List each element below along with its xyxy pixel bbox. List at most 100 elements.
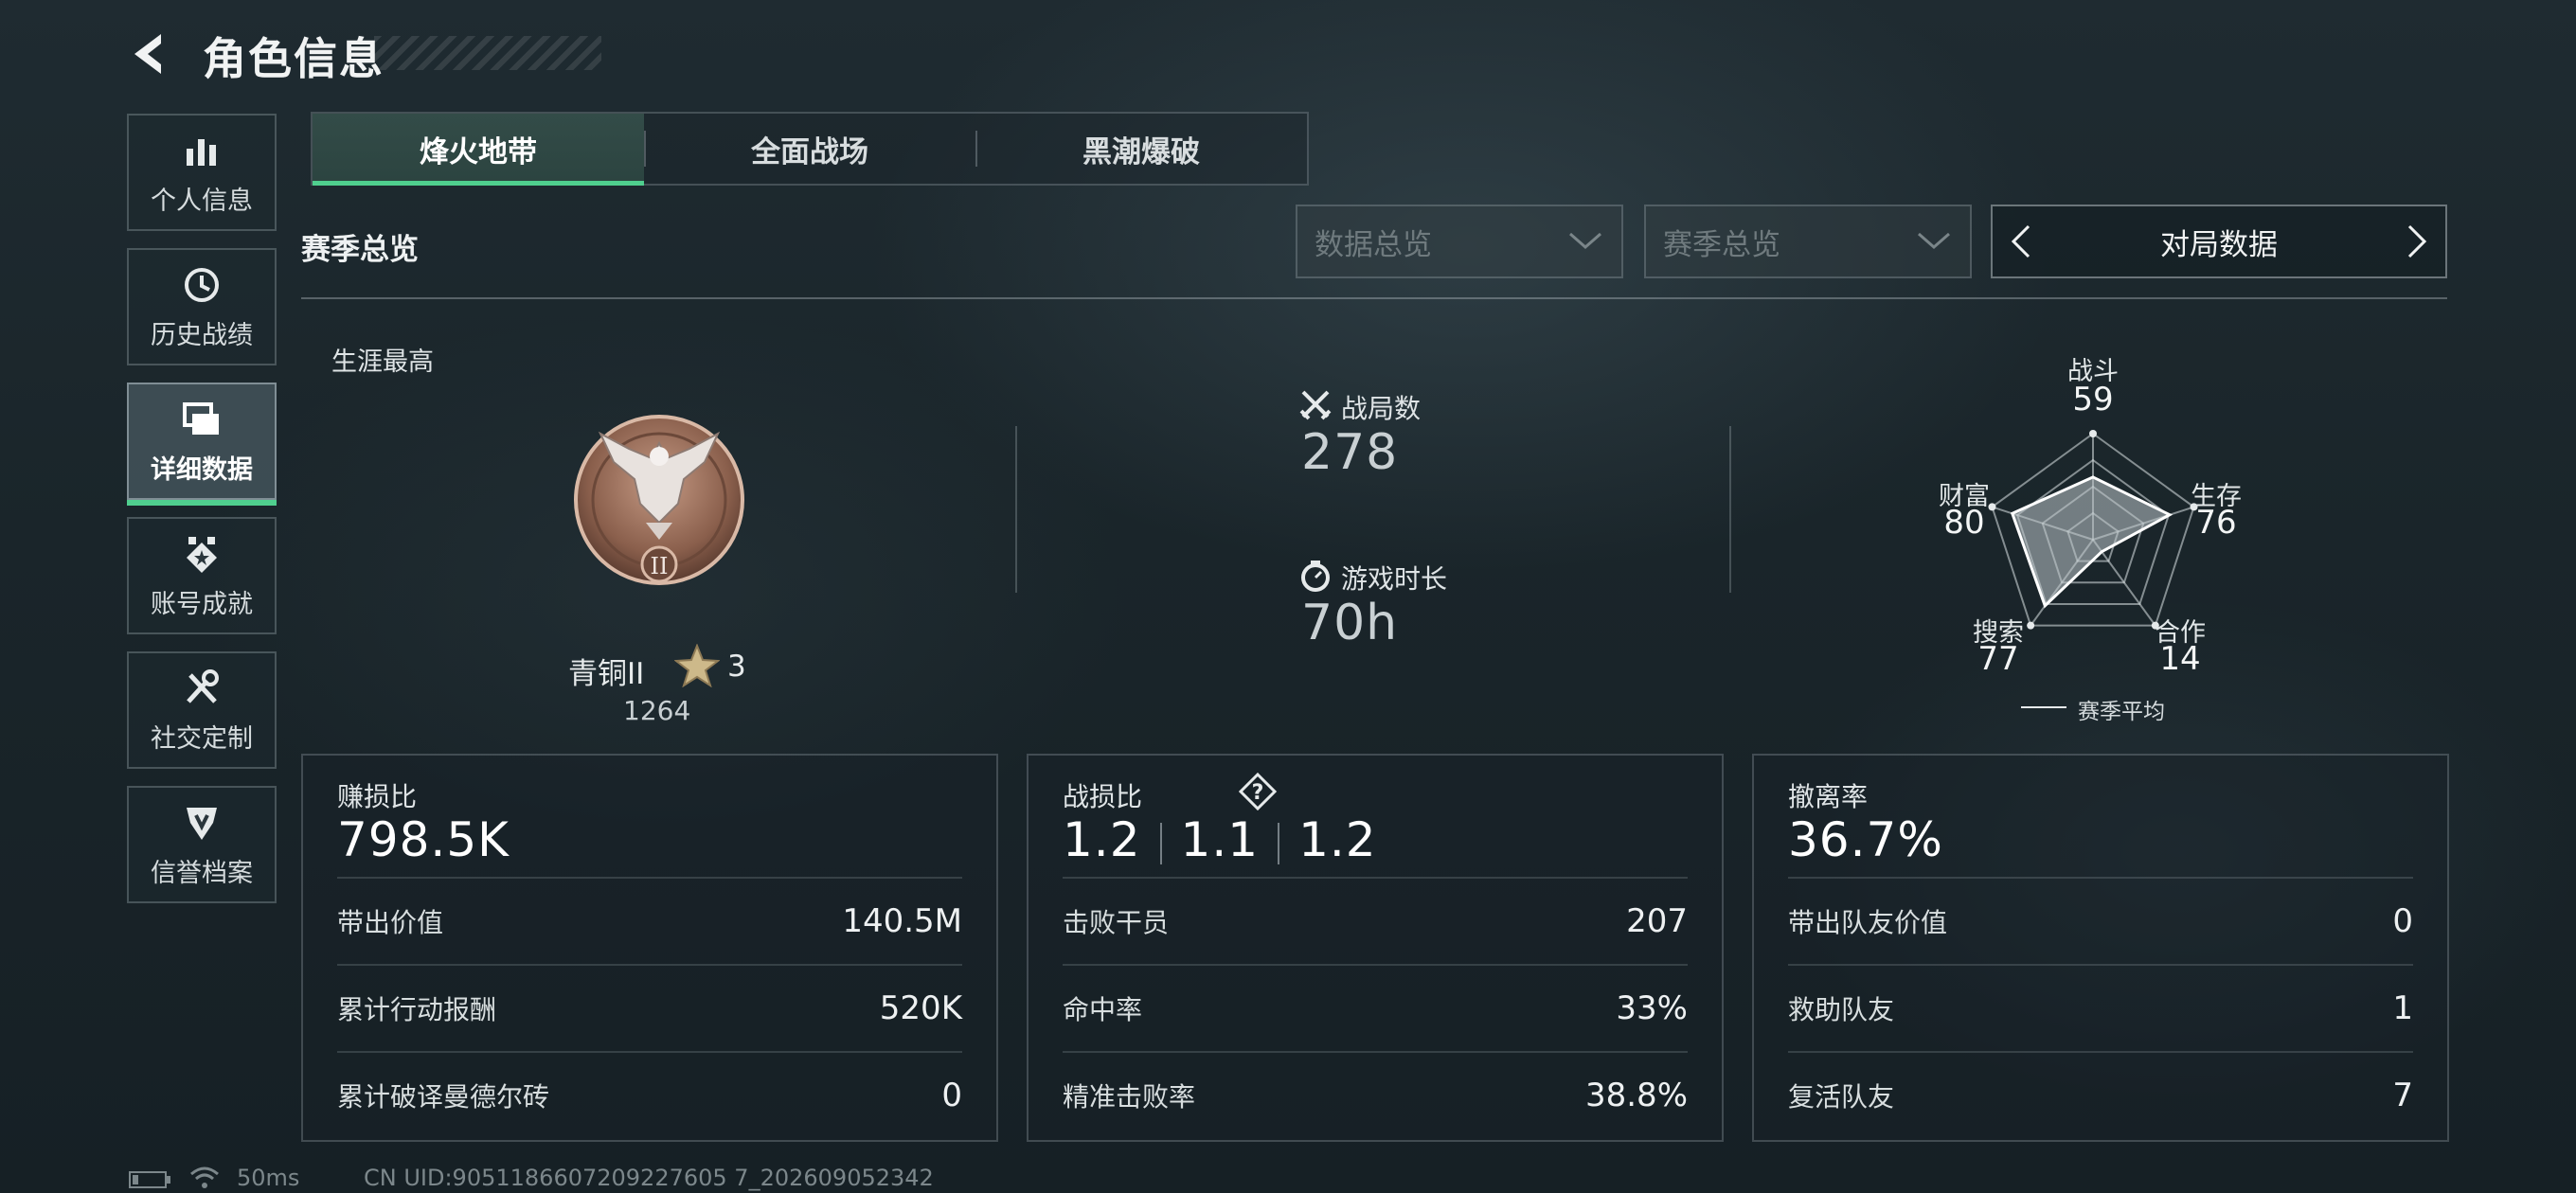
kd-ratio-2: 1.1 xyxy=(1180,812,1260,867)
table-row: 复活队友 7 xyxy=(1788,1051,2413,1138)
history-clock-icon xyxy=(180,263,224,307)
radar-value-wealth: 80 xyxy=(1943,504,1985,542)
row-value: 207 xyxy=(1626,902,1688,940)
sidebar-item-achievements[interactable]: 账号成就 xyxy=(127,517,277,634)
row-value: 0 xyxy=(2392,902,2413,940)
chevron-left-icon xyxy=(2011,224,2030,258)
uid-text: CN UID:9051186607209227605 7_20260905234… xyxy=(364,1165,934,1191)
dropdown-value: 赛季总览 xyxy=(1663,227,1780,262)
table-row: 命中率 33% xyxy=(1063,964,1688,1051)
chevron-down-icon xyxy=(1918,232,1950,249)
row-label: 救助队友 xyxy=(1788,994,1895,1025)
help-icon[interactable]: ? xyxy=(1238,772,1278,811)
achievement-badge-icon xyxy=(180,532,224,576)
mode-tabs: 烽火地带 全面战场 黑潮爆破 xyxy=(311,112,1309,186)
extraction-rate-label: 撤离率 xyxy=(1788,781,1869,812)
kd-ratio-values: 1.2 1.1 1.2 xyxy=(1063,812,1377,867)
row-label: 击败干员 xyxy=(1063,907,1170,938)
rank-medal-icon: II xyxy=(572,405,746,595)
career-highest-title: 生涯最高 xyxy=(331,347,434,377)
svg-text:?: ? xyxy=(1252,781,1264,805)
combat-card: 战损比 ? 1.2 1.1 1.2 击败干员 207 命中率 33% 精准击败率 3… xyxy=(1027,754,1724,1142)
row-value: 38.8% xyxy=(1584,1077,1688,1114)
row-label: 带出队友价值 xyxy=(1788,907,1948,938)
sidebar-item-history[interactable]: 历史战绩 xyxy=(127,248,277,365)
rank-score: 1264 xyxy=(623,695,691,726)
table-row: 累计行动报酬 520K xyxy=(337,964,962,1051)
sidebar-item-label: 社交定制 xyxy=(151,723,253,754)
table-row: 带出价值 140.5M xyxy=(337,877,962,964)
stopwatch-icon xyxy=(1299,559,1332,593)
legend-line xyxy=(2021,706,2066,708)
row-value: 520K xyxy=(879,989,962,1027)
radar-value-survival: 76 xyxy=(2195,504,2237,542)
radar-legend: 赛季平均 xyxy=(2078,700,2165,724)
matches-value: 278 xyxy=(1301,424,1399,481)
sidebar-item-label: 个人信息 xyxy=(151,186,253,216)
star-icon xyxy=(673,643,721,688)
sidebar-item-label: 账号成就 xyxy=(151,589,253,619)
playtime-label: 游戏时长 xyxy=(1341,563,1448,595)
profit-ratio-label: 赚损比 xyxy=(337,781,418,812)
pager-prev-button[interactable] xyxy=(2002,215,2040,268)
data-overview-dropdown[interactable]: 数据总览 xyxy=(1296,205,1623,278)
shield-badge-icon xyxy=(180,801,224,845)
radar-value-search: 77 xyxy=(1977,640,2019,678)
row-label: 命中率 xyxy=(1063,994,1143,1025)
ratio-separator xyxy=(1278,822,1280,864)
ping-value: 50ms xyxy=(237,1165,300,1191)
sidebar-item-label: 详细数据 xyxy=(151,454,253,485)
season-overview-dropdown[interactable]: 赛季总览 xyxy=(1644,205,1972,278)
playtime-value: 70h xyxy=(1301,595,1399,651)
extraction-card: 撤离率 36.7% 带出队友价值 0 救助队友 1 复活队友 7 xyxy=(1752,754,2449,1142)
section-divider xyxy=(301,297,2447,299)
row-value: 1 xyxy=(2392,989,2413,1027)
sidebar-item-label: 历史战绩 xyxy=(151,320,253,350)
row-label: 精准击败率 xyxy=(1063,1081,1196,1113)
bar-chart-icon xyxy=(180,129,224,172)
tools-icon xyxy=(180,667,224,710)
table-row: 累计破译曼德尔砖 0 xyxy=(337,1051,962,1138)
page-title: 角色信息 xyxy=(203,33,385,84)
tab-black-tide[interactable]: 黑潮爆破 xyxy=(975,114,1307,184)
matches-label: 战局数 xyxy=(1341,393,1422,424)
row-value: 0 xyxy=(941,1077,962,1114)
match-data-pager: 对局数据 xyxy=(1991,205,2447,278)
rank-name: 青铜II xyxy=(568,657,645,691)
back-button[interactable] xyxy=(125,28,176,80)
extraction-rate-value: 36.7% xyxy=(1788,812,1943,867)
row-label: 累计行动报酬 xyxy=(337,994,497,1025)
header-decoration xyxy=(374,36,601,70)
section-title: 赛季总览 xyxy=(301,233,419,267)
sidebar-item-detailed-data[interactable]: 详细数据 xyxy=(127,383,277,506)
row-label: 累计破译曼德尔砖 xyxy=(337,1081,550,1113)
table-row: 带出队友价值 0 xyxy=(1788,877,2413,964)
chevron-down-icon xyxy=(1569,232,1601,249)
battery-icon xyxy=(129,1170,172,1189)
chevron-right-icon xyxy=(2407,224,2427,258)
kd-ratio-1: 1.2 xyxy=(1063,812,1141,867)
radar-value-combat: 59 xyxy=(2072,381,2114,418)
table-row: 击败干员 207 xyxy=(1063,877,1688,964)
sidebar-item-personal-info[interactable]: 个人信息 xyxy=(127,114,277,231)
sidebar-item-reputation[interactable]: 信誉档案 xyxy=(127,786,277,903)
row-label: 带出价值 xyxy=(337,907,444,938)
radar-value-teamwork: 14 xyxy=(2159,640,2201,678)
row-label: 复活队友 xyxy=(1788,1081,1895,1113)
table-row: 精准击败率 38.8% xyxy=(1063,1051,1688,1138)
stacked-cards-icon xyxy=(180,398,224,441)
tab-full-battlefield[interactable]: 全面战场 xyxy=(644,114,975,184)
profit-ratio-value: 798.5K xyxy=(337,812,510,867)
profit-card: 赚损比 798.5K 带出价值 140.5M 累计行动报酬 520K 累计破译曼… xyxy=(301,754,998,1142)
table-row: 救助队友 1 xyxy=(1788,964,2413,1051)
back-arrow-icon xyxy=(134,34,161,74)
row-value: 33% xyxy=(1616,989,1688,1027)
row-value: 7 xyxy=(2392,1077,2413,1114)
svg-text:II: II xyxy=(651,553,669,579)
tab-warzone[interactable]: 烽火地带 xyxy=(313,114,644,186)
dropdown-value: 数据总览 xyxy=(1315,227,1432,262)
vertical-divider xyxy=(1729,426,1731,593)
pager-next-button[interactable] xyxy=(2398,215,2436,268)
sidebar-item-social[interactable]: 社交定制 xyxy=(127,651,277,769)
kd-ratio-3: 1.2 xyxy=(1298,812,1377,867)
